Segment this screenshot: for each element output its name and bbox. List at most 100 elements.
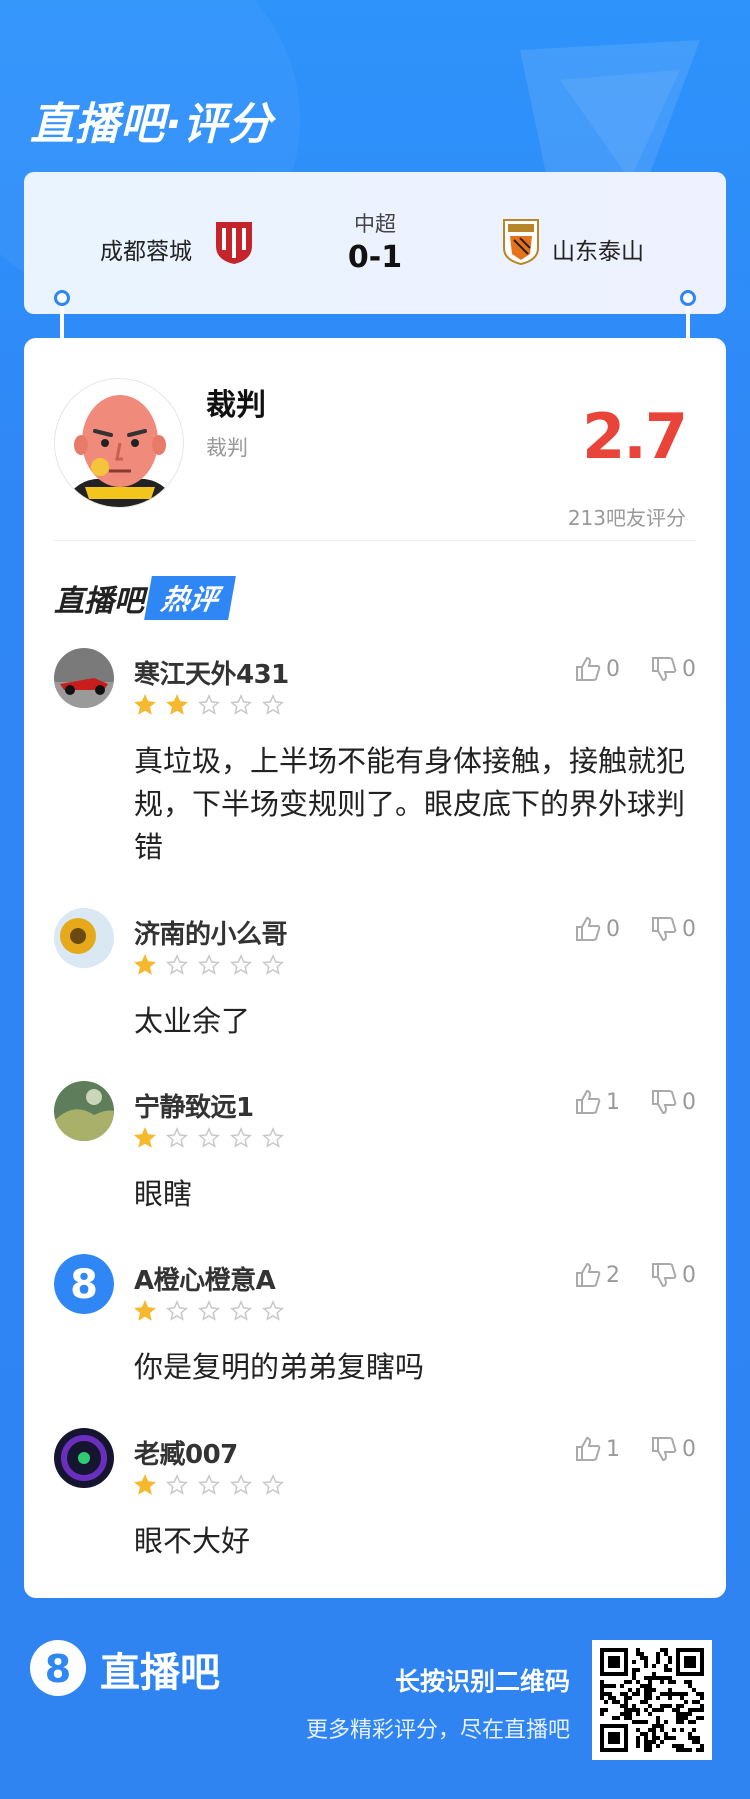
star-filled-icon <box>134 1127 156 1148</box>
star-empty-icon <box>262 1474 284 1495</box>
dislike-count: 0 <box>682 916 696 942</box>
star-empty-icon <box>166 1300 188 1321</box>
comment-text: 眼瞎 <box>134 1177 193 1211</box>
star-empty-icon <box>262 954 284 975</box>
star-filled-icon <box>134 1474 156 1495</box>
star-filled-icon <box>166 694 188 715</box>
star-empty-icon <box>198 954 220 975</box>
star-rating <box>134 1127 294 1149</box>
star-rating <box>134 1474 294 1496</box>
comment-text: 太业余了 <box>134 1004 251 1038</box>
rated-name: 裁判 <box>206 388 266 423</box>
comment-item: 济南的小么哥 0 0 太业余了 <box>54 908 696 1038</box>
star-filled-icon <box>134 1300 156 1321</box>
star-filled-icon <box>134 954 156 975</box>
star-empty-icon <box>230 1300 252 1321</box>
star-empty-icon <box>262 1300 284 1321</box>
star-rating <box>134 954 294 976</box>
star-empty-icon <box>230 1127 252 1148</box>
dislike-count: 0 <box>682 656 696 682</box>
star-empty-icon <box>230 694 252 715</box>
thumbs-up-icon <box>576 1089 601 1114</box>
away-team-crest-icon <box>503 219 539 266</box>
user-avatar[interactable] <box>54 908 114 968</box>
hot-comments-badge: 热评 <box>144 576 236 620</box>
comment-text: 你是复明的弟弟复瞎吗 <box>134 1350 425 1384</box>
user-avatar[interactable] <box>54 1081 114 1141</box>
hot-comments-prefix: 直播吧 <box>54 584 144 619</box>
star-empty-icon <box>198 1300 220 1321</box>
comment-item: 宁静致远1 1 0 眼瞎 <box>54 1081 696 1211</box>
like-count: 2 <box>606 1262 620 1288</box>
referee-avatar <box>54 378 184 508</box>
comment-item: 8 A橙心橙意A 2 0 你是复明的弟弟复瞎吗 <box>54 1254 696 1384</box>
connector-dot <box>680 290 696 306</box>
qr-instruction: 长按识别二维码 <box>394 1667 570 1696</box>
comment-username[interactable]: 宁静致远1 <box>134 1087 254 1124</box>
like-button[interactable]: 1 <box>574 1434 620 1464</box>
dislike-button[interactable]: 0 <box>650 654 696 684</box>
star-empty-icon <box>230 1474 252 1495</box>
comment-username[interactable]: 老臧007 <box>134 1434 238 1471</box>
thumbs-up-icon <box>576 656 601 681</box>
dislike-count: 0 <box>682 1262 696 1288</box>
match-card: 成都蓉城 中超 0-1 山东泰山 <box>24 172 726 314</box>
star-empty-icon <box>198 694 220 715</box>
thumbs-up-icon <box>576 916 601 941</box>
star-empty-icon <box>262 694 284 715</box>
user-avatar[interactable] <box>54 1428 114 1488</box>
dislike-button[interactable]: 0 <box>650 1087 696 1117</box>
comment-username[interactable]: 济南的小么哥 <box>134 914 288 951</box>
user-avatar[interactable]: 8 <box>54 1254 114 1314</box>
hot-comments-title: 直播吧 热评 <box>54 576 236 624</box>
footer-tagline: 更多精彩评分，尽在直播吧 <box>305 1718 570 1743</box>
brand-title: 直播吧·评分 <box>30 99 273 150</box>
star-empty-icon <box>262 1127 284 1148</box>
like-count: 0 <box>606 916 620 942</box>
qr-code-icon <box>600 1648 704 1752</box>
dislike-button[interactable]: 0 <box>650 1434 696 1464</box>
svg-text:8: 8 <box>45 1647 71 1691</box>
star-rating <box>134 694 294 716</box>
star-empty-icon <box>166 1127 188 1148</box>
footer-brand-name: 直播吧 <box>100 1650 220 1696</box>
like-button[interactable]: 1 <box>574 1087 620 1117</box>
star-empty-icon <box>198 1474 220 1495</box>
average-rating: 2.7 <box>582 400 688 473</box>
dislike-button[interactable]: 0 <box>650 914 696 944</box>
star-empty-icon <box>230 954 252 975</box>
like-button[interactable]: 2 <box>574 1260 620 1290</box>
thumbs-down-icon <box>652 1090 677 1115</box>
like-count: 1 <box>606 1089 620 1115</box>
dislike-count: 0 <box>682 1436 696 1462</box>
away-team-name: 山东泰山 <box>552 239 644 265</box>
star-rating <box>134 1300 294 1322</box>
comment-item: 老臧007 1 0 眼不大好 <box>54 1428 696 1558</box>
thumbs-down-icon <box>652 1437 677 1462</box>
like-button[interactable]: 0 <box>574 654 620 684</box>
thumbs-up-icon <box>576 1262 601 1287</box>
like-button[interactable]: 0 <box>574 914 620 944</box>
star-empty-icon <box>198 1127 220 1148</box>
dislike-count: 0 <box>682 1089 696 1115</box>
thumbs-down-icon <box>652 657 677 682</box>
comment-text: 眼不大好 <box>134 1524 251 1558</box>
star-filled-icon <box>134 694 156 715</box>
thumbs-down-icon <box>652 1263 677 1288</box>
thumbs-down-icon <box>652 917 677 942</box>
qr-code[interactable] <box>592 1640 712 1760</box>
comment-item: 寒江天外431 0 0 真垃圾，上半场不能有身体接触，接触就犯规，下半场变规则了… <box>54 648 696 868</box>
comment-username[interactable]: 寒江天外431 <box>134 654 289 691</box>
rating-votes: 213吧友评分 <box>567 506 686 530</box>
rated-role: 裁判 <box>206 436 248 460</box>
rating-card: 裁判 裁判 2.7 213吧友评分 直播吧 热评 寒江天外431 0 0 真垃圾，… <box>24 338 726 1598</box>
user-avatar[interactable] <box>54 648 114 708</box>
connector-dot <box>54 290 70 306</box>
comment-username[interactable]: A橙心橙意A <box>134 1260 276 1297</box>
like-count: 1 <box>606 1436 620 1462</box>
dislike-button[interactable]: 0 <box>650 1260 696 1290</box>
divider <box>54 540 696 541</box>
svg-text:8: 8 <box>70 1262 98 1308</box>
like-count: 0 <box>606 656 620 682</box>
star-empty-icon <box>166 954 188 975</box>
